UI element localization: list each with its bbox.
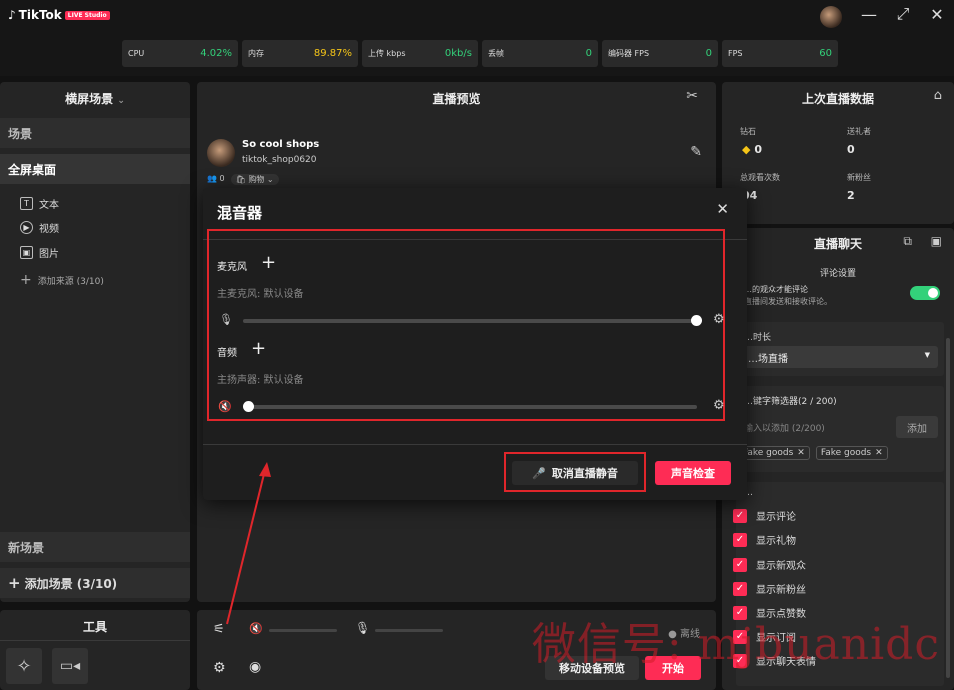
watermark-text: 微信号: mjbuanidc: [531, 619, 940, 670]
annotation-arrow: [226, 462, 271, 625]
